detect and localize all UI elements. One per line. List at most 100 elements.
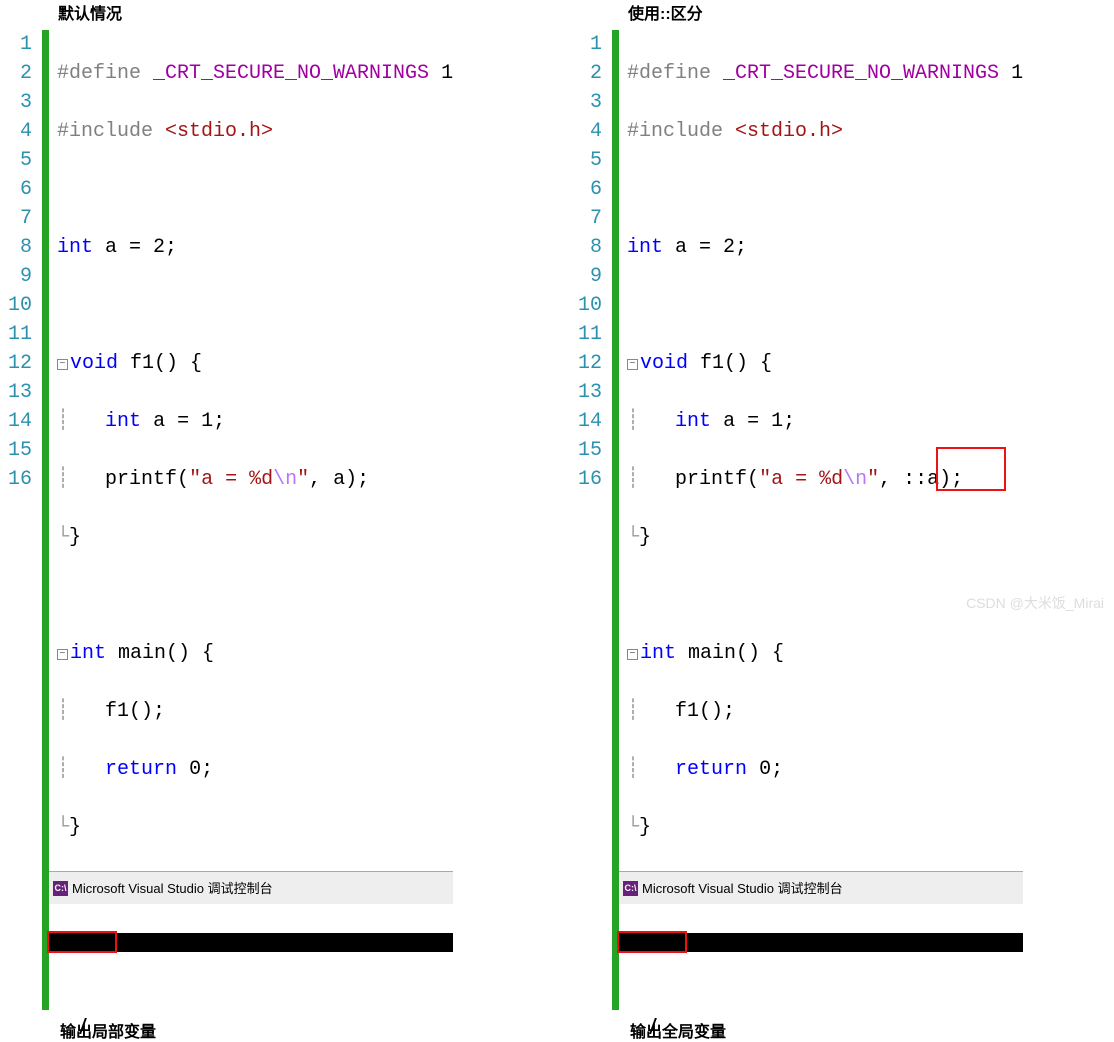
console-header: C:\ Microsoft Visual Studio 调试控制台: [619, 871, 1023, 904]
line-number: 9: [0, 262, 32, 291]
right-code: #define _CRT_SECURE_NO_WARNINGS 1 #inclu…: [619, 30, 1023, 1010]
preproc: #define: [57, 62, 153, 85]
line-number: 8: [570, 233, 602, 262]
line-number: 10: [0, 291, 32, 320]
line-number: 12: [0, 349, 32, 378]
line-number: 1: [0, 30, 32, 59]
code-text: a = 1;: [711, 410, 795, 433]
line-number: 15: [0, 436, 32, 465]
keyword: int: [675, 410, 711, 433]
highlight-box: [936, 447, 1006, 491]
line-number: 2: [570, 59, 602, 88]
code-text: main() {: [676, 642, 784, 665]
left-code-block: 1 2 3 4 5 6 7 8 9 10 11 12 13 14 15 16 #…: [0, 30, 510, 1010]
line-number: 3: [570, 88, 602, 117]
string-literal: "a = %d: [189, 468, 273, 491]
line-number: 12: [570, 349, 602, 378]
line-number: 6: [570, 175, 602, 204]
console-title: Microsoft Visual Studio 调试控制台: [642, 874, 843, 903]
code-text: 1: [429, 62, 453, 85]
string-literal: "a = %d: [759, 468, 843, 491]
right-title: 使用::区分: [628, 0, 1080, 24]
line-number: 11: [0, 320, 32, 349]
macro-name: _CRT_SECURE_NO_WARNINGS: [723, 62, 999, 85]
line-number: 7: [570, 204, 602, 233]
preproc: #define: [627, 62, 723, 85]
fold-icon[interactable]: −: [57, 359, 68, 370]
escape-seq: \n: [273, 468, 297, 491]
fold-icon[interactable]: −: [627, 359, 638, 370]
line-number: 11: [570, 320, 602, 349]
code-text: printf(: [105, 468, 189, 491]
console-text: a = 1: [70, 953, 112, 969]
line-number: 14: [570, 407, 602, 436]
line-number: 2: [0, 59, 32, 88]
line-number: 6: [0, 175, 32, 204]
keyword: int: [105, 410, 141, 433]
code-text: main() {: [106, 642, 214, 665]
code-text: a = 2;: [93, 236, 177, 259]
highlight-box: [47, 931, 117, 953]
angle-include: <stdio.h>: [165, 120, 273, 143]
code-text: , a);: [309, 468, 369, 491]
keyword: int: [57, 236, 93, 259]
keyword: return: [105, 758, 177, 781]
highlight-box: [617, 931, 687, 953]
code-text: f1() {: [688, 352, 772, 375]
code-text: a = 1;: [141, 410, 225, 433]
keyword: void: [640, 352, 688, 375]
line-number: 4: [570, 117, 602, 146]
line-number: 4: [0, 117, 32, 146]
line-number: 10: [570, 291, 602, 320]
string-literal: ": [297, 468, 309, 491]
keyword: void: [70, 352, 118, 375]
code-text: f1();: [105, 700, 165, 723]
console-output: a = 1: [49, 933, 453, 952]
code-text: 0;: [747, 758, 783, 781]
console-text: a = 2: [640, 953, 682, 969]
fold-icon[interactable]: −: [57, 649, 68, 660]
edit-tracking-bar: [42, 30, 49, 1010]
keyword: int: [70, 642, 106, 665]
code-text: f1() {: [118, 352, 202, 375]
console-title: Microsoft Visual Studio 调试控制台: [72, 874, 273, 903]
code-text: 1: [999, 62, 1023, 85]
preproc: #include: [57, 120, 165, 143]
fold-icon[interactable]: −: [627, 649, 638, 660]
code-text: printf(: [675, 468, 759, 491]
watermark: CSDN @大米饭_Mirai: [966, 593, 1104, 613]
line-number: 16: [570, 465, 602, 494]
line-number: 8: [0, 233, 32, 262]
angle-include: <stdio.h>: [735, 120, 843, 143]
keyword: int: [640, 642, 676, 665]
line-number: 13: [570, 378, 602, 407]
left-caption: 输出局部变量: [60, 1018, 510, 1042]
escape-seq: \n: [843, 468, 867, 491]
line-number: 7: [0, 204, 32, 233]
code-text: 0;: [177, 758, 213, 781]
macro-name: _CRT_SECURE_NO_WARNINGS: [153, 62, 429, 85]
edit-tracking-bar: [612, 30, 619, 1010]
right-caption: 输出全局变量: [630, 1018, 1080, 1042]
code-text: ,: [879, 468, 903, 491]
code-text: }: [69, 526, 81, 549]
line-number: 5: [0, 146, 32, 175]
left-code: #define _CRT_SECURE_NO_WARNINGS 1 #inclu…: [49, 30, 453, 1010]
keyword: int: [627, 236, 663, 259]
line-number: 14: [0, 407, 32, 436]
code-text: }: [639, 816, 651, 839]
vs-icon: C:\: [623, 881, 638, 896]
right-line-numbers: 1 2 3 4 5 6 7 8 9 10 11 12 13 14 15 16: [570, 30, 612, 1010]
code-text: a = 2;: [663, 236, 747, 259]
line-number: 1: [570, 30, 602, 59]
console-header: C:\ Microsoft Visual Studio 调试控制台: [49, 871, 453, 904]
left-title: 默认情况: [58, 0, 510, 24]
code-text: }: [69, 816, 81, 839]
line-number: 3: [0, 88, 32, 117]
console-output: a = 2: [619, 933, 1023, 952]
code-text: f1();: [675, 700, 735, 723]
left-pane: 默认情况 1 2 3 4 5 6 7 8 9 10 11 12 13 14 15…: [0, 0, 510, 1042]
preproc: #include: [627, 120, 735, 143]
line-number: 15: [570, 436, 602, 465]
line-number: 16: [0, 465, 32, 494]
